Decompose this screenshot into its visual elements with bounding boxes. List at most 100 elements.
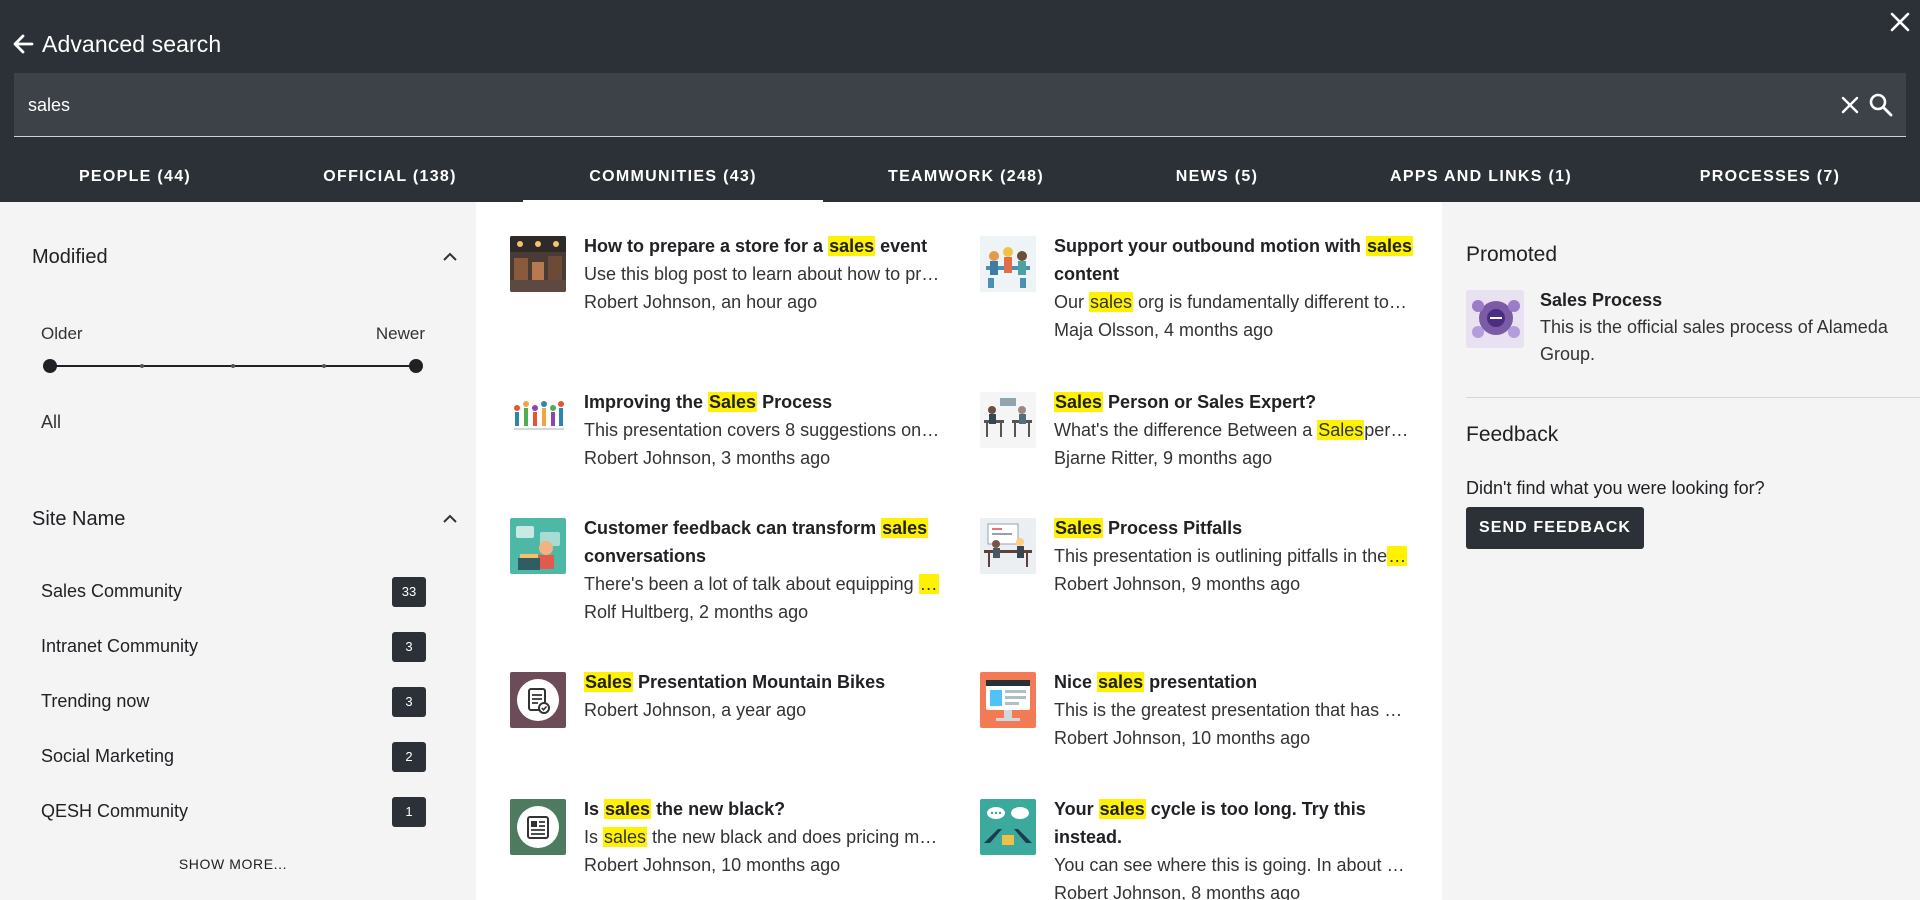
promoted-item-body: Sales Process This is the official sales… — [1540, 286, 1910, 368]
site-item-label: Sales Community — [41, 581, 183, 601]
result-description: This presentation is outlining pitfalls … — [1054, 546, 1408, 566]
result-description: Use this blog post to learn about how to… — [584, 264, 940, 284]
close-button[interactable] — [1884, 6, 1916, 38]
result-body: Customer feedback can transform sales co… — [584, 514, 958, 626]
count-badge: 33 — [392, 576, 426, 607]
tab-news[interactable]: NEWS (5) — [1150, 152, 1284, 202]
count-badge: 2 — [392, 741, 426, 772]
monitor-illustration-icon — [980, 672, 1036, 728]
promoted-item-description: This is the official sales process of Al… — [1540, 317, 1888, 364]
search-header: Advanced search PEOPLE (44) OFFICIAL (13… — [0, 0, 1920, 202]
result-meta: Robert Johnson, 3 months ago — [584, 448, 831, 468]
result-title: Improving the Sales Process — [584, 392, 833, 412]
chat-meeting-illustration-icon — [980, 799, 1036, 855]
result-body: Nice sales presentation This is the grea… — [1054, 668, 1428, 752]
send-feedback-button[interactable]: SEND FEEDBACK — [1466, 507, 1644, 549]
result-meta: Robert Johnson, 10 months ago — [584, 855, 841, 875]
newspaper-icon — [510, 799, 566, 855]
count-badge: 3 — [392, 686, 426, 717]
result-description: This presentation covers 8 suggestions o… — [584, 420, 940, 440]
tab-processes[interactable]: PROCESSES (7) — [1680, 152, 1860, 202]
result-meta: Robert Johnson, 10 months ago — [1054, 728, 1311, 748]
result-body: How to prepare a store for a sales event… — [584, 232, 958, 316]
search-icon — [1869, 93, 1893, 117]
result-description: What's the difference Between a Salesper… — [1054, 420, 1409, 440]
tab-official[interactable]: OFFICIAL (138) — [300, 152, 480, 202]
feedback-question: Didn't find what you were looking for? — [1466, 478, 1765, 498]
result-title: Your sales cycle is too long. Try this i… — [1054, 799, 1366, 847]
slider-tick — [231, 364, 235, 368]
result-meta: Rolf Hultberg, 2 months ago — [584, 602, 809, 622]
date-slider-labels: Older Newer — [41, 324, 425, 344]
result-meta: Maja Olsson, 4 months ago — [1054, 320, 1274, 340]
result-title: Sales Person or Sales Expert? — [1054, 392, 1317, 412]
office-desks-illustration-icon — [980, 392, 1036, 448]
site-item-sales-community[interactable]: Sales Community 33 — [41, 564, 426, 619]
result-body: Sales Process Pitfalls This presentation… — [1054, 514, 1428, 598]
tab-apps-and-links[interactable]: APPS AND LINKS (1) — [1370, 152, 1592, 202]
clear-search-button[interactable] — [1838, 93, 1862, 117]
right-panel: Promoted Sales Process This is the offic… — [1442, 202, 1920, 900]
result-description: This is the greatest presentation that h… — [1054, 700, 1403, 720]
result-description: Is sales the new black and does pricing … — [584, 827, 938, 847]
site-item-qesh-community[interactable]: QESH Community 1 — [41, 784, 426, 839]
count-badge: 3 — [392, 631, 426, 662]
site-item-trending-now[interactable]: Trending now 3 — [41, 674, 426, 729]
modified-facet-title: Modified — [32, 245, 108, 268]
site-name-list: Sales Community 33 Intranet Community 3 … — [41, 564, 426, 839]
count-badge: 1 — [392, 796, 426, 827]
show-more-link[interactable]: SHOW MORE... — [0, 856, 466, 872]
result-tabs: PEOPLE (44) OFFICIAL (138) COMMUNITIES (… — [0, 152, 1920, 202]
team-meeting-illustration-icon — [980, 236, 1036, 292]
site-item-label: QESH Community — [41, 801, 189, 821]
tab-communities[interactable]: COMMUNITIES (43) — [523, 152, 823, 202]
result-title: Sales Presentation Mountain Bikes — [584, 672, 886, 692]
result-description: Our sales org is fundamentally different… — [1054, 292, 1407, 312]
site-item-label: Intranet Community — [41, 636, 199, 656]
site-item-label: Trending now — [41, 691, 150, 711]
tab-teamwork[interactable]: TEAMWORK (248) — [870, 152, 1062, 202]
site-name-facet-header[interactable]: Site Name — [32, 504, 458, 534]
site-item-intranet-community[interactable]: Intranet Community 3 — [41, 619, 426, 674]
slider-newer-label: Newer — [375, 324, 425, 343]
close-icon — [1890, 12, 1910, 32]
slider-tick — [322, 364, 326, 368]
chevron-up-icon — [443, 514, 457, 523]
modified-facet-header[interactable]: Modified — [32, 242, 458, 272]
tab-people[interactable]: PEOPLE (44) — [46, 152, 224, 202]
search-input[interactable] — [28, 73, 1808, 137]
store-photo-icon — [510, 236, 566, 292]
result-body: Improving the Sales Process This present… — [584, 388, 958, 472]
promoted-item[interactable]: Sales Process This is the official sales… — [1466, 290, 1906, 370]
slider-thumb-older[interactable] — [43, 359, 57, 373]
slider-thumb-newer[interactable] — [409, 359, 423, 373]
result-title: How to prepare a store for a sales event — [584, 236, 928, 256]
result-description: You can see where this is going. In abou… — [1054, 855, 1405, 875]
result-meta: Robert Johnson, 8 months ago — [1054, 883, 1301, 900]
search-box — [14, 73, 1906, 137]
result-meta: Robert Johnson, a year ago — [584, 700, 807, 720]
result-title: Customer feedback can transform sales co… — [584, 518, 929, 566]
chevron-up-icon — [443, 252, 457, 261]
page-title: Advanced search — [42, 30, 222, 57]
promoted-item-title: Sales Process — [1540, 290, 1663, 310]
arrow-left-icon — [13, 34, 34, 54]
site-item-social-marketing[interactable]: Social Marketing 2 — [41, 729, 426, 784]
customer-support-illustration-icon — [510, 518, 566, 574]
result-title: Support your outbound motion with sales … — [1054, 236, 1413, 284]
result-body: Support your outbound motion with sales … — [1054, 232, 1428, 344]
clear-icon — [1841, 96, 1859, 114]
promoted-heading: Promoted — [1466, 243, 1558, 266]
presentation-illustration-icon — [980, 518, 1036, 574]
divider — [1466, 397, 1920, 398]
feedback-heading: Feedback — [1466, 423, 1559, 446]
document-badge-icon — [510, 672, 566, 728]
site-item-label: Social Marketing — [41, 746, 175, 766]
slider-tick — [140, 364, 144, 368]
back-button[interactable] — [10, 31, 36, 57]
filter-sidebar: Modified Older Newer All Site Name Sales… — [0, 202, 476, 900]
process-diagram-icon — [1466, 290, 1524, 348]
result-description: There's been a lot of talk about equippi… — [584, 574, 939, 594]
result-meta: Robert Johnson, an hour ago — [584, 292, 818, 312]
search-button[interactable] — [1868, 92, 1894, 118]
